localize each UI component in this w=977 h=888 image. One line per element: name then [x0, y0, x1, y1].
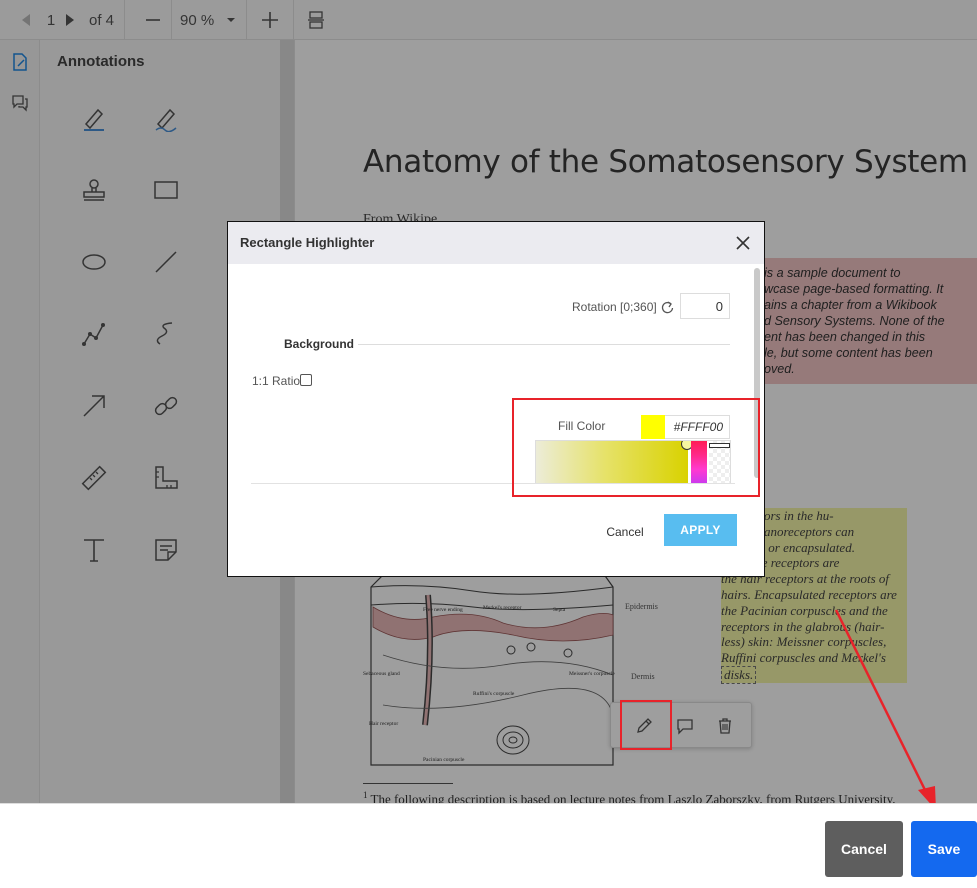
instruction-arrow	[834, 609, 936, 810]
save-button[interactable]: Save	[911, 821, 977, 877]
bottom-action-bar: Cancel Save	[0, 803, 977, 888]
cancel-button[interactable]: Cancel	[825, 821, 903, 877]
